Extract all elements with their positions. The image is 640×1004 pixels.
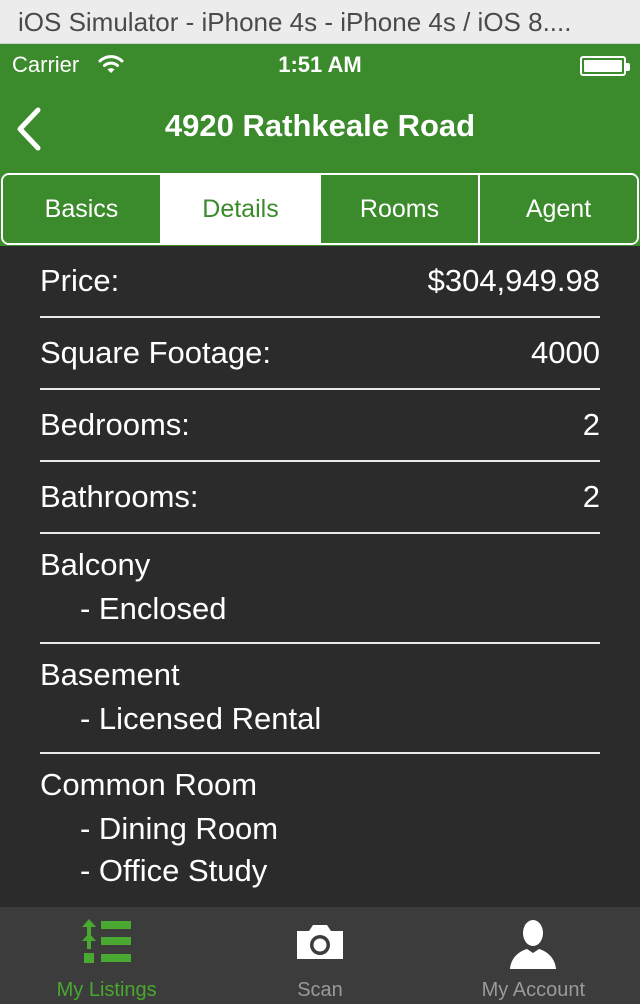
basement-item: - Licensed Rental: [80, 701, 322, 736]
bathrooms-label: Bathrooms:: [40, 479, 199, 514]
page-title: 4920 Rathkeale Road: [164, 108, 476, 143]
segment-label: Agent: [525, 195, 592, 223]
segmented-control: Basics Details Rooms Agent: [1, 173, 639, 245]
tab-bar: My Listings Scan My Account: [0, 906, 640, 1004]
segment-label: Rooms: [359, 195, 440, 223]
balcony-group: Balcony - Enclosed: [40, 534, 600, 644]
segment-rooms[interactable]: Rooms: [321, 175, 480, 243]
balcony-item: - Enclosed: [80, 591, 227, 626]
common-room-item: - Office Study: [80, 853, 268, 888]
price-row: Price: $304,949.98: [40, 246, 600, 318]
battery-icon: [580, 56, 630, 76]
segment-label: Basics: [44, 195, 119, 223]
tab-label: Scan: [297, 979, 343, 1001]
segment-label: Details: [202, 195, 279, 223]
bedrooms-label: Bedrooms:: [40, 407, 190, 442]
header: Carrier 1:51 AM 4920 Rathkeale Road Basi…: [0, 44, 640, 246]
segment-basics[interactable]: Basics: [3, 175, 162, 243]
balcony-title: Balcony: [40, 547, 151, 582]
basement-title: Basement: [40, 657, 180, 692]
square-footage-row: Square Footage: 4000: [40, 318, 600, 390]
common-room-title: Common Room: [40, 767, 258, 802]
basement-group: Basement - Licensed Rental: [40, 644, 600, 754]
details-list[interactable]: Price: $304,949.98 Square Footage: 4000 …: [0, 246, 640, 906]
tab-my-listings[interactable]: My Listings: [0, 907, 213, 1004]
person-icon: [506, 917, 560, 976]
status-time: 1:51 AM: [278, 52, 362, 77]
price-value: $304,949.98: [427, 263, 600, 298]
tab-label: My Listings: [56, 979, 157, 1001]
square-footage-label: Square Footage:: [40, 335, 271, 370]
square-footage-value: 4000: [531, 335, 600, 370]
tab-label: My Account: [481, 979, 586, 1001]
camera-icon: [293, 917, 347, 970]
common-room-group: Common Room - Dining Room - Office Study: [40, 754, 600, 904]
bathrooms-value: 2: [582, 479, 600, 514]
listings-icon: [81, 917, 133, 970]
bedrooms-value: 2: [582, 407, 600, 442]
common-room-item: - Dining Room: [80, 811, 279, 846]
tab-scan[interactable]: Scan: [213, 907, 426, 1004]
status-bar: Carrier 1:51 AM: [0, 44, 640, 86]
tab-my-account[interactable]: My Account: [427, 907, 640, 1004]
bedrooms-row: Bedrooms: 2: [40, 390, 600, 462]
segment-agent[interactable]: Agent: [480, 175, 637, 243]
simulator-title-bar: iOS Simulator - iPhone 4s - iPhone 4s / …: [0, 0, 640, 44]
price-label: Price:: [40, 263, 120, 298]
navigation-bar: 4920 Rathkeale Road: [0, 86, 640, 172]
simulator-title: iOS Simulator - iPhone 4s - iPhone 4s / …: [18, 7, 572, 37]
bathrooms-row: Bathrooms: 2: [40, 462, 600, 534]
segment-details[interactable]: Details: [162, 175, 321, 243]
